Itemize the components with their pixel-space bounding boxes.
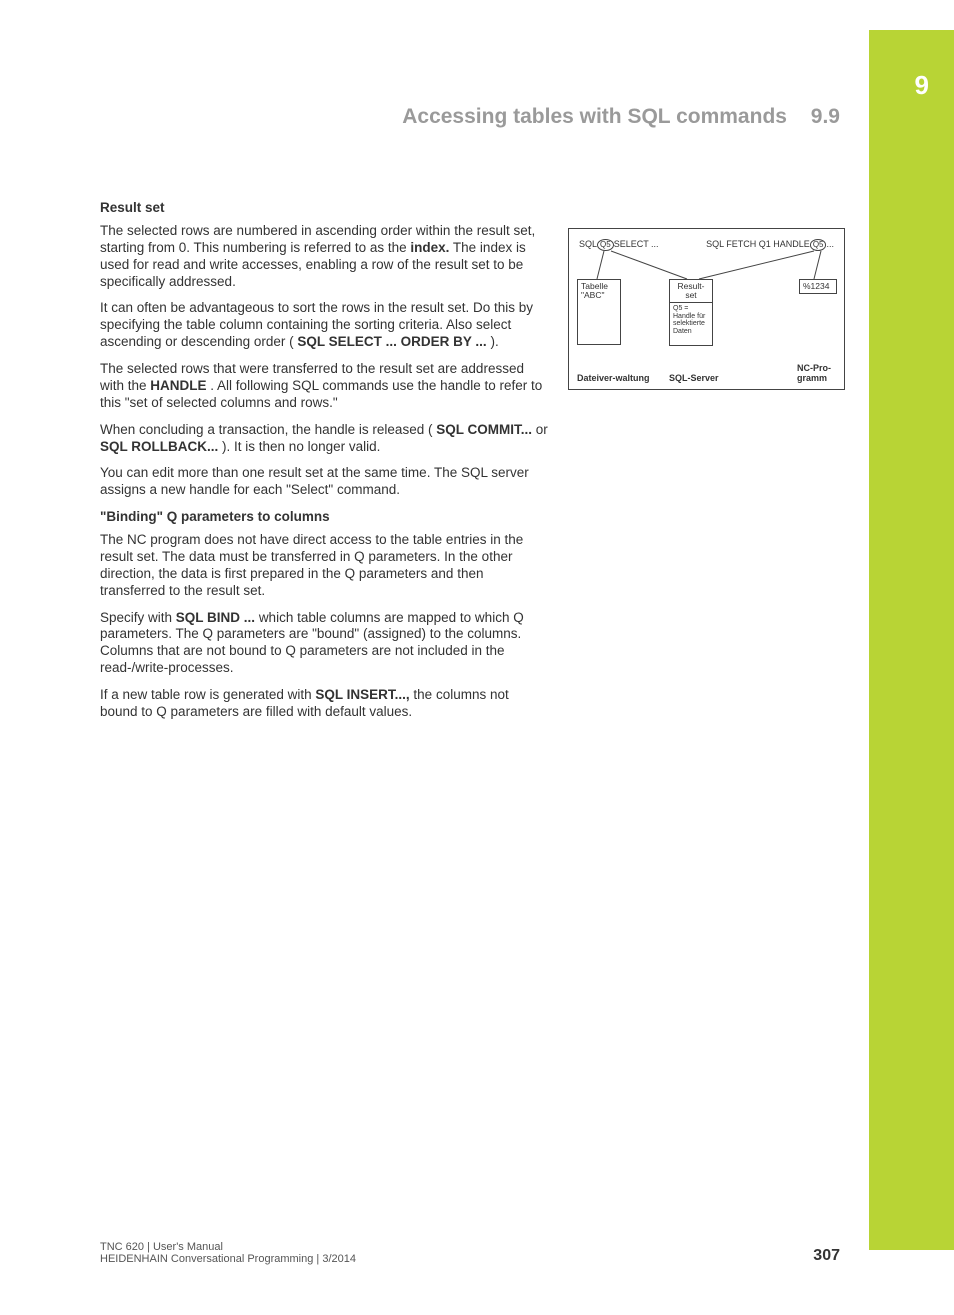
diagram-box-handle: Q5 = Handle für selektierte Daten [669,302,713,346]
diagram-box-tabelle: Tabelle "ABC" [577,279,621,345]
diagram-caption-right: NC-Pro-gramm [797,363,844,383]
para: The selected rows are numbered in ascend… [100,223,550,291]
diagram-box-prog: %1234 [799,279,837,294]
q5-badge-icon: Q5 [810,239,827,251]
diagram-label-sql-fetch: SQL FETCH Q1 HANDLEQ5... [706,239,834,251]
para: Specify with SQL BIND ... which table co… [100,610,550,678]
page-header: Accessing tables with SQL commands 9.9 [100,105,840,129]
diagram-label-sql-select: SQLQ5SELECT ... [579,239,659,251]
para: You can edit more than one result set at… [100,465,550,499]
chapter-number: 9 [915,70,929,101]
diagram-caption-left: Dateiver-waltung [577,373,650,383]
heading-result-set: Result set [100,200,550,217]
footer-line2: HEIDENHAIN Conversational Programming | … [100,1253,840,1265]
para: When concluding a transaction, the handl… [100,422,550,456]
page-footer: TNC 620 | User's Manual HEIDENHAIN Conve… [100,1241,840,1265]
page-number: 307 [813,1247,840,1265]
body-text: Result set The selected rows are numbere… [100,200,550,731]
sql-diagram: SQLQ5SELECT ... SQL FETCH Q1 HANDLEQ5...… [568,228,845,390]
diagram-box-resultset: Result-set [669,279,713,302]
para: The NC program does not have direct acce… [100,532,550,600]
para: The selected rows that were transferred … [100,361,550,412]
footer-line1: TNC 620 | User's Manual [100,1241,840,1253]
heading-binding: "Binding" Q parameters to columns [100,509,550,526]
diagram-caption-mid: SQL-Server [669,373,719,383]
q5-badge-icon: Q5 [597,239,614,251]
para: If a new table row is generated with SQL… [100,687,550,721]
para: It can often be advantageous to sort the… [100,300,550,351]
header-title-text: Accessing tables with SQL commands [402,105,787,128]
header-section-number: 9.9 [811,105,840,129]
chapter-sidebar: 9 [869,30,954,1250]
